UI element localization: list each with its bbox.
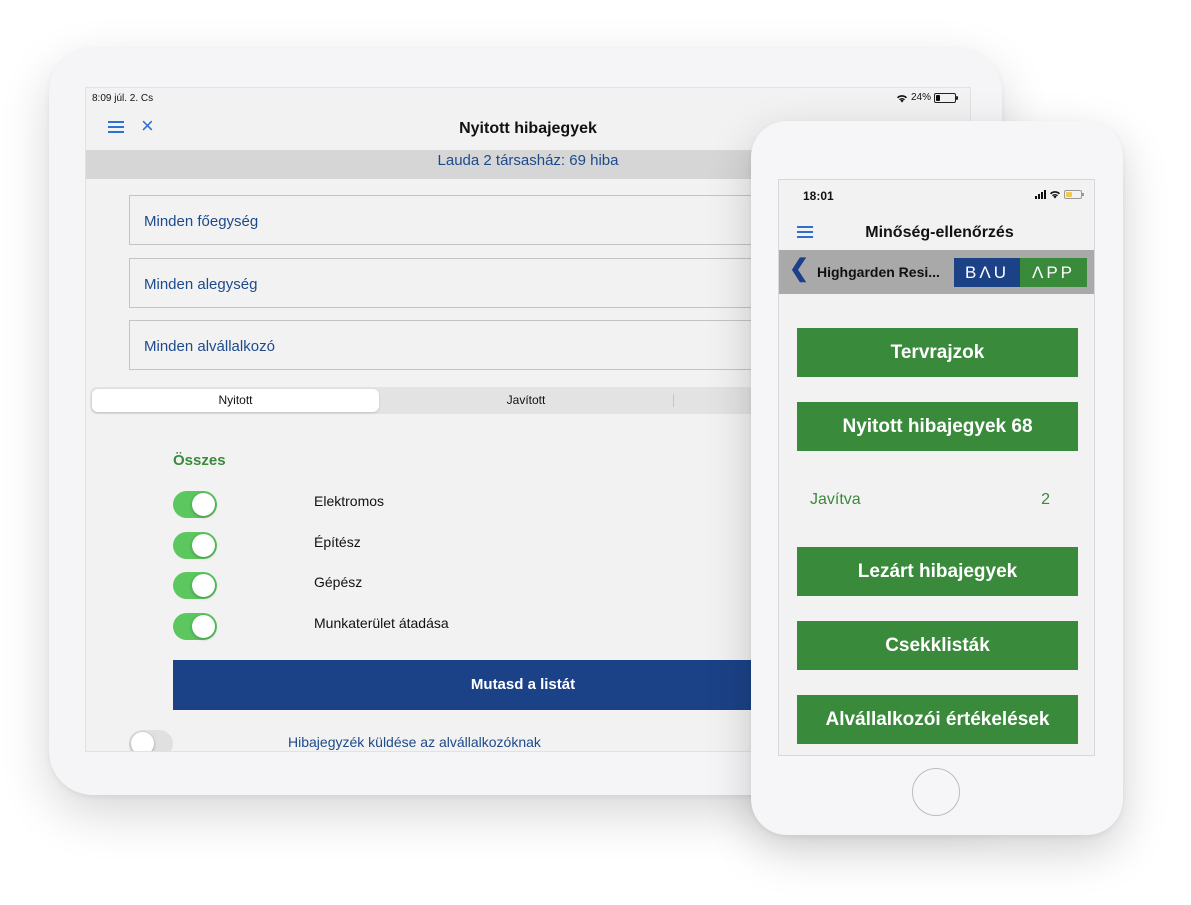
open-tickets-button[interactable]: Nyitott hibajegyek 68 (797, 402, 1078, 451)
subcontractor-filter[interactable]: Minden alvállalkozó (129, 320, 829, 370)
battery-icon (1064, 189, 1084, 199)
plans-button[interactable]: Tervrajzok (797, 328, 1078, 377)
segment-fixed[interactable]: Javított (381, 389, 671, 412)
sub-unit-filter[interactable]: Minden alegység (129, 258, 829, 308)
closed-tickets-button[interactable]: Lezárt hibajegyek (797, 547, 1078, 596)
checklists-button[interactable]: Csekklisták (797, 621, 1078, 670)
bauapp-logo: BΛU ΛPP (954, 258, 1087, 287)
cellular-signal-icon (1035, 189, 1046, 199)
tablet-status-date: júl. 2. Cs (114, 93, 154, 104)
all-categories-label: Összes (173, 452, 226, 469)
phone-status-bar: 18:01 (779, 180, 1094, 210)
fixed-label: Javítva (810, 491, 861, 508)
project-bar: ❮ Highgarden Resi... BΛU ΛPP (779, 250, 1094, 294)
phone-status-time: 18:01 (803, 189, 834, 203)
tablet-battery-percent: 24% (910, 92, 931, 103)
home-button[interactable] (912, 768, 960, 816)
project-name: Highgarden Resi... (817, 264, 940, 280)
phone-screen: 18:01 Minőség-ellenőrzés ❮ Highgarden Re… (778, 179, 1095, 756)
category-label-mechanical: Gépész (314, 574, 363, 590)
logo-right-part: ΛPP (1020, 258, 1087, 287)
phone-nav-bar: Minőség-ellenőrzés (779, 210, 1094, 250)
segment-open[interactable]: Nyitott (92, 389, 379, 412)
battery-level-fill (936, 94, 940, 101)
fixed-tickets-row[interactable]: Javítva 2 (810, 491, 1050, 509)
fixed-count: 2 (1041, 491, 1050, 508)
back-chevron-icon[interactable]: ❮ (789, 257, 809, 281)
battery-icon (934, 92, 958, 103)
tablet-status-time: 8:09 (92, 93, 112, 104)
main-unit-filter[interactable]: Minden főegység (129, 195, 829, 245)
subcontractor-ratings-button[interactable]: Alvállalkozói értékelések (797, 695, 1078, 744)
toggle-send-list[interactable] (129, 730, 173, 751)
toggle-electrical[interactable] (173, 491, 217, 518)
category-label-architect: Építész (314, 534, 361, 550)
category-label-site-handover: Munkaterület átadása (314, 615, 449, 631)
page-title: Minőség-ellenőrzés (865, 224, 1014, 241)
toggle-site-handover[interactable] (173, 613, 217, 640)
category-label-electrical: Elektromos (314, 493, 385, 509)
wifi-icon (1050, 191, 1060, 199)
send-list-label: Hibajegyzék küldése az alvállalkozóknak (288, 734, 541, 750)
wifi-icon (896, 94, 907, 102)
toggle-mechanical[interactable] (173, 572, 217, 599)
tablet-status-bar: 8:09 júl. 2. Cs 24% (86, 88, 970, 108)
segment-divider (673, 394, 674, 407)
status-segmented-control: Nyitott Javított (90, 387, 790, 414)
phone-device: 18:01 Minőség-ellenőrzés ❮ Highgarden Re… (751, 121, 1123, 835)
toggle-architect[interactable] (173, 532, 217, 559)
logo-left-part: BΛU (954, 258, 1020, 287)
